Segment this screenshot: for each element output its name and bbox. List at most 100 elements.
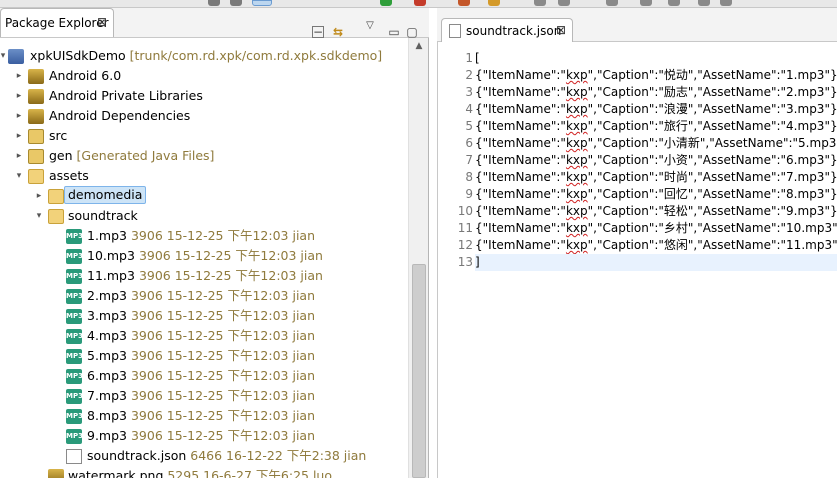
toolbar-button-icon[interactable] [252, 0, 272, 6]
tree-item-label: 6.mp3 3906 15-12-25 下午12:03 jian [87, 366, 315, 386]
toolbar-button-icon[interactable] [720, 0, 732, 6]
toolbar-button-icon[interactable] [606, 0, 618, 6]
close-icon[interactable]: ⊠ [97, 15, 107, 29]
scroll-up-icon[interactable]: ▲ [409, 38, 429, 55]
code-line[interactable]: {"ItemName":"kxp","Caption":"乡村","AssetN… [475, 220, 837, 237]
source-folder-icon [28, 149, 44, 164]
tree-item[interactable]: MP3 4.mp3 3906 15-12-25 下午12:03 jian [0, 326, 408, 346]
tree-item[interactable]: ▸ Android 6.0 [0, 66, 408, 86]
code-line[interactable]: {"ItemName":"kxp","Caption":"悠闲","AssetN… [475, 237, 837, 254]
toolbar-button-icon[interactable] [668, 0, 680, 6]
line-number: 4 [465, 102, 473, 116]
tree-item[interactable]: MP3 3.mp3 3906 15-12-25 下午12:03 jian [0, 306, 408, 326]
tree-item[interactable]: MP3 7.mp3 3906 15-12-25 下午12:03 jian [0, 386, 408, 406]
tree-item-name: 10.mp3 [87, 248, 135, 263]
tree-item-name: gen [49, 148, 73, 163]
code-line[interactable]: {"ItemName":"kxp","Caption":"小清新","Asset… [475, 135, 837, 152]
expanded-arrow-icon[interactable]: ▾ [34, 206, 44, 226]
toolbar-button-icon[interactable] [414, 0, 426, 6]
tree-item-label: Android Dependencies [49, 106, 190, 126]
code-line[interactable]: {"ItemName":"kxp","Caption":"小资","AssetN… [475, 152, 837, 169]
tab-package-explorer[interactable]: Package Explorer ⊠ [0, 8, 114, 37]
code-text-area[interactable]: [{"ItemName":"kxp","Caption":"悦动","Asset… [475, 50, 837, 478]
spelling-warning: kxp [565, 238, 588, 252]
close-icon[interactable]: ⊠ [556, 23, 566, 37]
code-line[interactable]: {"ItemName":"kxp","Caption":"时尚","AssetN… [475, 169, 837, 186]
run-icon[interactable] [380, 0, 392, 6]
code-line[interactable]: {"ItemName":"kxp","Caption":"悦动","AssetN… [475, 67, 837, 84]
tree-item[interactable]: soundtrack.json 6466 16-12-22 下午2:38 jia… [0, 446, 408, 466]
tree-item[interactable]: ▸ gen [Generated Java Files] [0, 146, 408, 166]
mp3-icon: MP3 [66, 269, 83, 284]
collapse-all-icon[interactable]: − [312, 26, 324, 38]
collapsed-arrow-icon[interactable]: ▸ [14, 66, 24, 86]
line-number: 5 [465, 119, 473, 133]
mp3-icon: MP3 [66, 329, 83, 344]
tree-item[interactable]: MP3 11.mp3 3906 15-12-25 下午12:03 jian [0, 266, 408, 286]
tree-item[interactable]: ▾ soundtrack [0, 206, 408, 226]
tree-item[interactable]: MP3 9.mp3 3906 15-12-25 下午12:03 jian [0, 426, 408, 446]
tree-item-name: 5.mp3 [87, 348, 127, 363]
tree-item[interactable]: watermark.png 5295 16-6-27 下午6:25 luo [0, 466, 408, 478]
tree-item[interactable]: MP3 6.mp3 3906 15-12-25 下午12:03 jian [0, 366, 408, 386]
explorer-scrollbar[interactable]: ▲ [408, 38, 428, 478]
toolbar-button-icon[interactable] [640, 0, 652, 6]
mp3-icon: MP3 [66, 429, 83, 444]
code-line[interactable]: {"ItemName":"kxp","Caption":"励志","AssetN… [475, 84, 837, 101]
toolbar-button-icon[interactable] [230, 0, 242, 6]
tab-soundtrack-json[interactable]: soundtrack.json ⊠ [441, 18, 573, 42]
folder-icon [28, 169, 44, 184]
tree-item-name: xpkUISdkDemo [30, 48, 126, 63]
tree-item-label: 4.mp3 3906 15-12-25 下午12:03 jian [87, 326, 315, 346]
tree-item[interactable]: ▸ src [0, 126, 408, 146]
tree-item-decoration: 3906 15-12-25 下午12:03 jian [130, 308, 316, 323]
code-line[interactable]: {"ItemName":"kxp","Caption":"回忆","AssetN… [475, 186, 837, 203]
tree-item[interactable]: MP3 1.mp3 3906 15-12-25 下午12:03 jian [0, 226, 408, 246]
tree-item[interactable]: ▸ Android Dependencies [0, 106, 408, 126]
toolbar-button-icon[interactable] [208, 0, 220, 6]
toolbar-button-icon[interactable] [558, 0, 570, 6]
tree-item-decoration: 3906 15-12-25 下午12:03 jian [130, 368, 316, 383]
tree-item-decoration: 3906 15-12-25 下午12:03 jian [138, 248, 323, 263]
tree-item-name: assets [49, 168, 89, 183]
scrollbar-thumb[interactable] [412, 264, 426, 478]
code-line[interactable]: {"ItemName":"kxp","Caption":"旅行","AssetN… [475, 118, 837, 135]
collapsed-arrow-icon[interactable]: ▸ [34, 186, 44, 206]
code-line[interactable]: {"ItemName":"kxp","Caption":"轻松","AssetN… [475, 203, 837, 220]
collapsed-arrow-icon[interactable]: ▸ [14, 126, 24, 146]
tree-item-decoration: 5295 16-6-27 下午6:25 luo [167, 468, 332, 478]
tree-item-name: 3.mp3 [87, 308, 127, 323]
code-line[interactable]: [ [475, 50, 837, 67]
tree-item[interactable]: MP3 5.mp3 3906 15-12-25 下午12:03 jian [0, 346, 408, 366]
collapsed-arrow-icon[interactable]: ▸ [14, 86, 24, 106]
code-line[interactable]: {"ItemName":"kxp","Caption":"浪漫","AssetN… [475, 101, 837, 118]
expanded-arrow-icon[interactable]: ▾ [0, 46, 8, 66]
toolbar-button-icon[interactable] [698, 0, 710, 6]
view-menu-icon[interactable]: ▽ [362, 18, 378, 34]
tree-item[interactable]: ▾ assets [0, 166, 408, 186]
tree-item[interactable]: ▸ demomedia [0, 186, 408, 206]
tree-item[interactable]: MP3 2.mp3 3906 15-12-25 下午12:03 jian [0, 286, 408, 306]
expanded-arrow-icon[interactable]: ▾ [14, 166, 24, 186]
tree-item[interactable]: MP3 8.mp3 3906 15-12-25 下午12:03 jian [0, 406, 408, 426]
line-number: 9 [465, 187, 473, 201]
library-icon [28, 109, 44, 124]
toolbar-button-icon[interactable] [488, 0, 500, 6]
spelling-warning: kxp [565, 85, 588, 99]
tree-item-decoration: 3906 15-12-25 下午12:03 jian [130, 428, 316, 443]
tree-item-name: 7.mp3 [87, 388, 127, 403]
spelling-warning: kxp [565, 170, 588, 184]
toolbar-button-icon[interactable] [458, 0, 470, 6]
collapsed-arrow-icon[interactable]: ▸ [14, 146, 24, 166]
library-icon [28, 89, 44, 104]
tree-item-label: 10.mp3 3906 15-12-25 下午12:03 jian [87, 246, 323, 266]
tree-item-label: watermark.png 5295 16-6-27 下午6:25 luo [68, 466, 332, 478]
toolbar-button-icon[interactable] [534, 0, 546, 6]
tree-item[interactable]: ▸ Android Private Libraries [0, 86, 408, 106]
tree-item[interactable]: ▾ xpkUISdkDemo [trunk/com.rd.xpk/com.rd.x… [0, 46, 408, 66]
collapsed-arrow-icon[interactable]: ▸ [14, 106, 24, 126]
line-number: 10 [457, 204, 473, 218]
code-line[interactable]: ] [475, 254, 837, 271]
tree-item[interactable]: MP3 10.mp3 3906 15-12-25 下午12:03 jian [0, 246, 408, 266]
mp3-icon: MP3 [66, 369, 83, 384]
